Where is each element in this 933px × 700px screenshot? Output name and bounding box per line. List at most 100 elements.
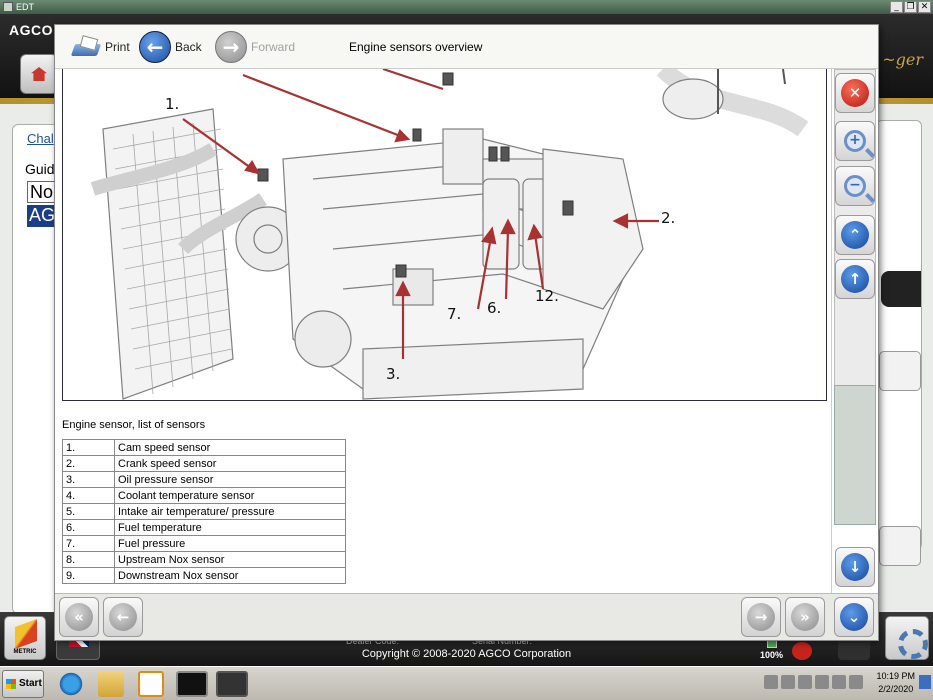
first-page-button[interactable]: « (59, 597, 99, 637)
sensor-number: 3. (62, 471, 115, 488)
table-row: 1. Cam speed sensor (62, 439, 346, 456)
page-down-button[interactable]: ⌄ (834, 597, 874, 637)
tray-icon[interactable] (832, 675, 846, 689)
callout-12: 12. (535, 287, 559, 305)
tray-icon[interactable] (815, 675, 829, 689)
sensor-number: 9. (62, 567, 115, 584)
cam-speed-sensor-mark (257, 168, 269, 182)
sensor-name: Oil pressure sensor (114, 471, 346, 488)
close-help-button[interactable]: ✕ (835, 73, 875, 113)
close-window-button[interactable]: ✕ (918, 1, 931, 13)
zoom-out-icon: − (844, 175, 866, 197)
callout-2: 2. (661, 209, 676, 227)
oil-pressure-sensor-mark (395, 264, 407, 278)
media-player-icon[interactable] (138, 671, 164, 697)
zoom-in-button[interactable]: + (835, 121, 875, 161)
tray-icon[interactable] (849, 675, 863, 689)
scrollbar-thumb[interactable] (834, 385, 876, 525)
forward-label: Forward (251, 40, 296, 54)
double-chevron-right-icon: » (791, 603, 819, 631)
clock-date: 2/2/2020 (878, 684, 914, 694)
sensor-number: 5. (62, 503, 115, 520)
sensor-name: Downstream Nox sensor (114, 567, 346, 584)
start-button[interactable]: Start (2, 670, 44, 698)
scroll-up-button[interactable]: ↑ (835, 259, 875, 299)
sensor-name: Crank speed sensor (114, 455, 346, 472)
battery-level: 100% (760, 650, 784, 660)
last-page-button[interactable]: » (785, 597, 825, 637)
clock[interactable]: 10:19 PM 2/2/2020 (876, 670, 915, 696)
tray-icon[interactable] (764, 675, 778, 689)
double-chevron-left-icon: « (65, 603, 93, 631)
guide-panel: Chal Guid No AG (12, 124, 67, 614)
tray-icon[interactable] (798, 675, 812, 689)
folder-icon[interactable] (98, 671, 124, 697)
guide-label: Guid (25, 161, 55, 177)
help-toolbar: Print ← Back → Forward Engine sensors ov… (55, 25, 878, 69)
scroll-down-button[interactable]: ↓ (835, 547, 875, 587)
zoom-out-button[interactable]: − (835, 166, 875, 206)
page-title: Engine sensors overview (349, 40, 483, 54)
arrow-right-icon: → (215, 31, 247, 63)
show-desktop-button[interactable] (919, 675, 931, 689)
sensor-name: Cam speed sensor (114, 439, 346, 456)
clock-time: 10:19 PM (876, 671, 915, 681)
print-label: Print (105, 40, 130, 54)
engine-illustration (90, 69, 809, 400)
table-row: 8. Upstream Nox sensor (62, 551, 346, 568)
table-row: 5. Intake air temperature/ pressure (62, 503, 346, 520)
sensor-list-caption: Engine sensor, list of sensors (62, 419, 206, 431)
back-button[interactable]: ← Back (139, 25, 202, 69)
app-window-title: EDT (16, 2, 34, 12)
minimize-button[interactable]: _ (890, 1, 903, 13)
close-icon: ✕ (841, 79, 869, 107)
internet-explorer-icon[interactable] (58, 671, 84, 697)
print-button[interactable]: Print (71, 25, 130, 69)
window-controls: _ ❐ ✕ (890, 1, 931, 13)
table-row: 9. Downstream Nox sensor (62, 567, 346, 584)
home-button[interactable] (20, 54, 58, 94)
edt-app-icon[interactable] (216, 671, 248, 697)
page-up-button[interactable]: ⌃ (835, 215, 875, 255)
table-row: 2. Crank speed sensor (62, 455, 346, 472)
brand-logo: ~ger (882, 50, 923, 69)
back-label: Back (175, 40, 202, 54)
help-nav-bar: « ← → » ⌄ (55, 593, 878, 640)
taskbar: Start 10:19 PM 2/2/2020 (0, 666, 933, 700)
system-tray (764, 675, 863, 689)
vertical-scroll-panel: ✕ + − ⌃ ↑ ↓ (831, 69, 878, 593)
battery-icon (767, 640, 777, 648)
sensor-table: 1. Cam speed sensor 2. Crank speed sensor … (62, 439, 346, 584)
previous-page-button[interactable]: ← (103, 597, 143, 637)
restore-button[interactable]: ❐ (904, 1, 917, 13)
sensor-number: 1. (62, 439, 115, 456)
sensor-name: Upstream Nox sensor (114, 551, 346, 568)
table-row: 6. Fuel temperature (62, 519, 346, 536)
forward-button[interactable]: → Forward (215, 25, 295, 69)
command-prompt-icon[interactable] (176, 671, 208, 697)
zoom-in-icon: + (844, 130, 866, 152)
right-panel (876, 120, 922, 566)
document-content[interactable]: 1. 2. 3. 7. 6. 12. Engine sensor, list o… (55, 69, 831, 593)
app-system-icon[interactable] (3, 2, 13, 12)
printer-icon (71, 34, 101, 60)
sensor-name: Intake air temperature/ pressure (114, 503, 346, 520)
sensor-number: 4. (62, 487, 115, 504)
callout-7: 7. (447, 305, 462, 323)
app-titlebar: EDT _ ❐ ✕ (0, 0, 933, 14)
sensor-number: 8. (62, 551, 115, 568)
tray-icon[interactable] (781, 675, 795, 689)
right-panel-button[interactable] (879, 351, 921, 391)
right-panel-button[interactable] (879, 526, 921, 566)
next-page-button[interactable]: → (741, 597, 781, 637)
double-chevron-down-icon: ⌄ (840, 603, 868, 631)
sensor-number: 6. (62, 519, 115, 536)
callout-6: 6. (487, 299, 502, 317)
table-row: 3. Oil pressure sensor (62, 471, 346, 488)
arrow-down-icon: ↓ (841, 553, 869, 581)
callout-1: 1. (165, 95, 180, 113)
alert-icon[interactable] (792, 642, 812, 660)
arrow-right-icon: → (747, 603, 775, 631)
settings-button[interactable] (885, 616, 929, 660)
tab-chal[interactable]: Chal (27, 131, 54, 146)
